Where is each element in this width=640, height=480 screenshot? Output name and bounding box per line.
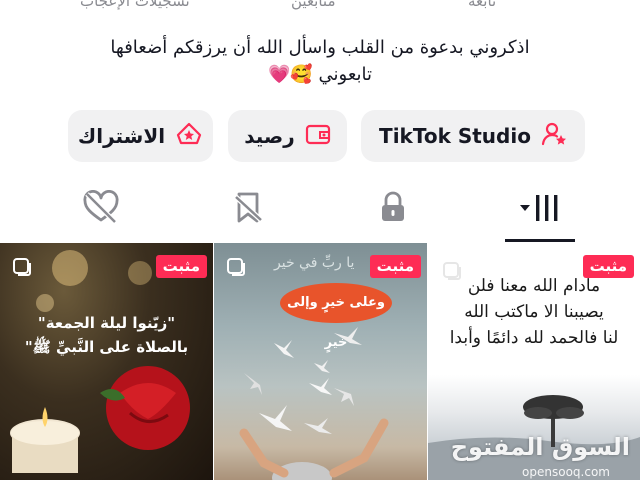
following-stat-label[interactable]: تابعه bbox=[468, 0, 496, 10]
bio-line-1: اذكروني بدعوة من القلب واسأل الله أن يرز… bbox=[110, 37, 530, 58]
pinned-badge: مثبت bbox=[369, 255, 421, 278]
lock-icon bbox=[376, 190, 410, 228]
bio-line-2: تابعوني 🥰💗 bbox=[267, 64, 373, 85]
tab-videos[interactable] bbox=[505, 190, 575, 242]
opensooq-watermark-url: opensooq.com bbox=[522, 465, 610, 479]
subscription-label: الاشتراك bbox=[77, 124, 166, 148]
tab-liked[interactable] bbox=[66, 189, 136, 242]
tiktok-studio-button[interactable]: TikTok Studio bbox=[361, 110, 585, 162]
video-thumbnail-left[interactable]: "زيّنوا ليلة الجمعة" بالصلاة على النَّبي… bbox=[0, 243, 213, 480]
balance-label: رصيد bbox=[244, 124, 295, 148]
profile-actions: TikTok Studio رصيد الاشتراك bbox=[0, 110, 640, 162]
tiktok-studio-label: TikTok Studio bbox=[379, 124, 531, 148]
photo-mode-icon bbox=[442, 261, 466, 285]
pinned-badge: مثبت bbox=[582, 255, 634, 278]
photo-mode-icon bbox=[226, 257, 250, 281]
caption-line-3: لنا فالحمد لله دائمًا وأبدا bbox=[449, 328, 619, 348]
video-caption-top: يا ربِّ في خير bbox=[274, 255, 355, 271]
hidden-heart-icon bbox=[81, 189, 121, 230]
photo-mode-icon bbox=[12, 257, 36, 281]
video-thumbnail-right[interactable]: مادام الله معنا فلن يصيبنا الا ماكتب الل… bbox=[428, 243, 640, 480]
caption-line-2: يصيبنا الا ماكتب الله bbox=[464, 302, 604, 322]
subscription-button[interactable]: الاشتراك bbox=[68, 110, 213, 162]
followers-stat-label[interactable]: متابعين bbox=[291, 0, 336, 10]
balance-button[interactable]: رصيد bbox=[228, 110, 347, 162]
star-badge-icon bbox=[175, 121, 203, 152]
profile-tabs bbox=[0, 189, 640, 242]
tab-private[interactable] bbox=[358, 190, 428, 242]
tab-favorites[interactable] bbox=[213, 190, 283, 242]
caption-line-2: بالصلاة على النَّبيِّ ﷺ" bbox=[24, 338, 189, 356]
video-grid: مادام الله معنا فلن يصيبنا الا ماكتب الل… bbox=[0, 243, 640, 480]
video-thumbnail-middle[interactable]: يا ربِّ في خير وعلى خيرٍ وإلى خيرٍ مثبت bbox=[214, 243, 427, 480]
active-tab-indicator bbox=[505, 239, 575, 242]
tree-landscape-image bbox=[428, 395, 640, 480]
user-star-icon bbox=[541, 121, 567, 152]
bookmark-icon bbox=[230, 190, 266, 230]
birds-image bbox=[239, 327, 389, 480]
video-caption: "زيّنوا ليلة الجمعة" بالصلاة على النَّبي… bbox=[8, 311, 205, 359]
grid-bars-icon bbox=[515, 190, 565, 228]
likes-stat-label[interactable]: تسجيلات الإعجاب bbox=[80, 0, 190, 10]
opensooq-watermark: السوق المفتوح bbox=[450, 433, 630, 461]
profile-stats: تسجيلات الإعجاب متابعين تابعه bbox=[0, 0, 640, 16]
pinned-badge: مثبت bbox=[155, 255, 207, 278]
profile-bio: اذكروني بدعوة من القلب واسأل الله أن يرز… bbox=[0, 34, 640, 88]
caption-line-1: "زيّنوا ليلة الجمعة" bbox=[37, 314, 176, 332]
wallet-icon bbox=[305, 122, 331, 151]
